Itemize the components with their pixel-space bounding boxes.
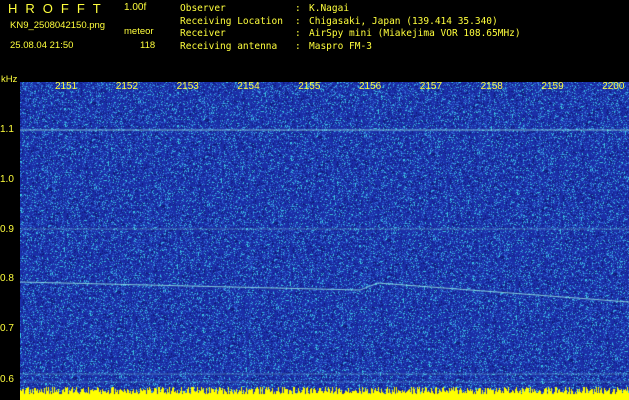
mode-label: meteor	[124, 26, 154, 37]
info-label: Receiver	[180, 28, 226, 39]
info-row-receiver: Receiver: AirSpy mini (Miakejima VOR 108…	[180, 28, 521, 39]
x-tick-label: 2154	[237, 81, 260, 92]
image-filename: KN9_2508042150.png	[10, 20, 106, 31]
y-tick-label: 0.9	[0, 224, 14, 235]
y-tick-label: 0.8	[0, 273, 14, 284]
info-row-observer: Observer: K.Nagai	[180, 3, 350, 14]
x-tick-label: 2156	[359, 81, 382, 92]
info-label: Receiving Location	[180, 15, 283, 27]
x-tick-label: 2159	[541, 81, 564, 92]
y-axis-unit: kHz	[1, 74, 18, 85]
app-version: 1.00f	[124, 2, 147, 13]
y-tick-label: 0.7	[0, 323, 14, 334]
x-tick-label: 2153	[176, 81, 199, 92]
info-label: Receiving antenna	[180, 40, 278, 52]
timestamp: 25.08.04 21:50	[10, 40, 74, 51]
x-tick-label: 2155	[298, 81, 321, 92]
app-logo: HROFFT	[8, 1, 109, 16]
spectrogram	[20, 82, 629, 400]
info-value: Maspro FM-3	[309, 40, 372, 52]
header-panel: HROFFT 1.00f KN9_2508042150.png meteor 2…	[0, 0, 629, 78]
x-tick-label: 2200	[602, 81, 625, 92]
info-label: Observer	[180, 3, 226, 14]
x-tick-label: 2151	[55, 81, 78, 92]
info-value: AirSpy mini (Miakejima VOR 108.65MHz)	[309, 28, 521, 39]
meteor-count: 118	[140, 40, 156, 51]
x-tick-label: 2158	[480, 81, 503, 92]
y-tick-label: 1.0	[0, 174, 14, 185]
y-tick-label: 1.1	[0, 124, 14, 135]
x-tick-label: 2157	[419, 81, 443, 92]
info-row-antenna: Receiving antenna: Maspro FM-3	[180, 40, 372, 52]
station-info: Observer: K.Nagai Receiving Location: Ch…	[180, 3, 521, 53]
y-tick-label: 0.6	[0, 374, 14, 385]
x-tick-label: 2152	[115, 81, 139, 92]
info-value: K.Nagai	[309, 3, 350, 14]
info-value: Chigasaki, Japan (139.414 35.340)	[309, 15, 498, 27]
info-row-location: Receiving Location: Chigasaki, Japan (13…	[180, 15, 498, 27]
